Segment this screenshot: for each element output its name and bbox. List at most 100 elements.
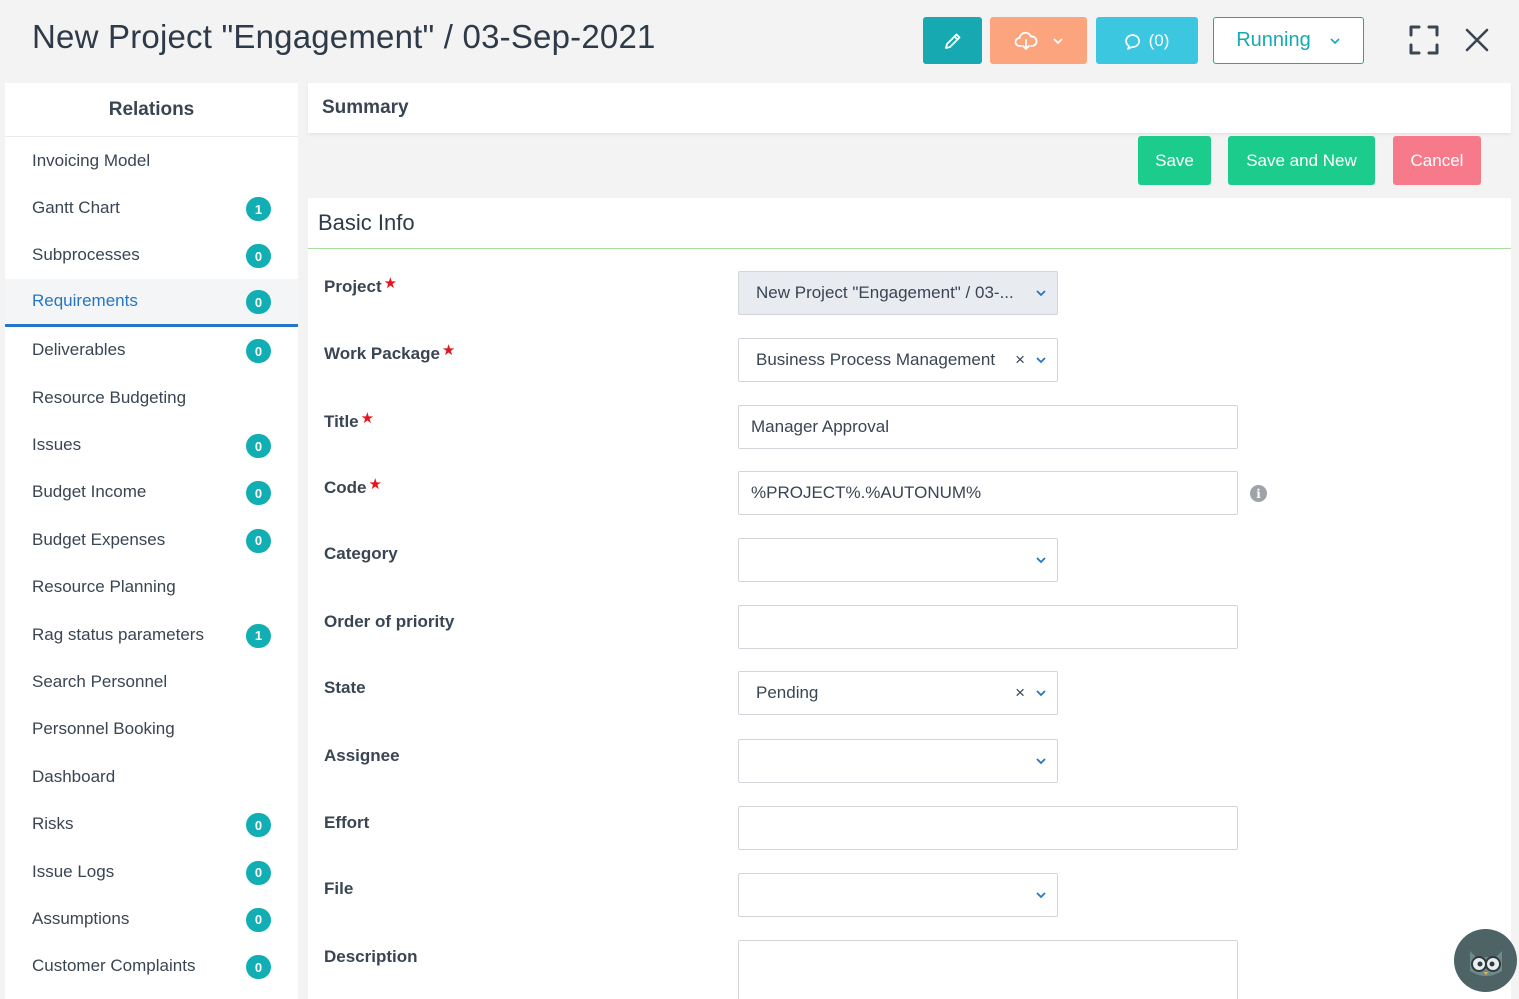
section-title: Basic Info — [308, 198, 1511, 249]
title-label: Title ★ — [324, 410, 375, 431]
sidebar-item-budget-income[interactable]: Budget Income 0 — [5, 469, 298, 516]
count-badge: 0 — [246, 290, 271, 315]
sidebar-item-label: Gantt Chart — [32, 198, 120, 218]
owl-assistant-icon — [1469, 950, 1502, 976]
pencil-icon — [944, 33, 960, 49]
work-package-select[interactable]: Business Process Management × — [738, 338, 1058, 382]
info-icon[interactable]: i — [1250, 485, 1267, 502]
sidebar-item-gantt-chart[interactable]: Gantt Chart 1 — [5, 184, 298, 231]
save-and-new-button[interactable]: Save and New — [1228, 136, 1375, 185]
file-select[interactable] — [738, 873, 1058, 917]
sidebar-item-resource-budgeting[interactable]: Resource Budgeting — [5, 374, 298, 421]
sidebar-item-search-personnel[interactable]: Search Personnel — [5, 658, 298, 705]
count-badge: 0 — [246, 907, 271, 932]
clear-icon[interactable]: × — [1015, 350, 1025, 370]
chevron-down-icon — [1036, 557, 1046, 564]
sidebar-item-resource-planning[interactable]: Resource Planning — [5, 564, 298, 611]
chevron-down-icon — [1036, 290, 1046, 297]
state-label: State — [324, 678, 366, 697]
sidebar-item-issues[interactable]: Issues 0 — [5, 421, 298, 468]
chevron-down-icon — [1036, 357, 1046, 364]
effort-input[interactable] — [738, 806, 1238, 850]
assignee-select[interactable] — [738, 739, 1058, 783]
summary-label: Summary — [322, 97, 409, 118]
sidebar-item-label: Personnel Booking — [32, 719, 175, 739]
required-icon: ★ — [441, 342, 456, 359]
count-badge: 0 — [246, 955, 271, 980]
file-label: File — [324, 879, 354, 898]
sidebar-item-label: Budget Income — [32, 482, 147, 502]
fullscreen-button[interactable] — [1406, 22, 1442, 58]
sidebar-item-requirements[interactable]: Requirements 0 — [5, 279, 298, 327]
comment-icon — [1124, 33, 1140, 50]
sidebar-item-personnel-booking[interactable]: Personnel Booking — [5, 706, 298, 753]
priority-label: Order of priority — [324, 612, 455, 631]
sidebar-item-invoicing-model[interactable]: Invoicing Model — [5, 137, 298, 184]
sidebar-item-label: Budget Expenses — [32, 529, 166, 549]
title-input[interactable]: Manager Approval — [738, 405, 1238, 449]
status-label: Running — [1236, 29, 1311, 51]
comments-count: (0) — [1148, 30, 1170, 50]
state-select[interactable]: Pending × — [738, 671, 1058, 715]
sidebar-item-label: Issue Logs — [32, 861, 115, 881]
work-package-label: Work Package ★ — [324, 342, 456, 363]
sidebar-item-assumptions[interactable]: Assumptions 0 — [5, 895, 298, 942]
chevron-down-icon — [1330, 37, 1340, 44]
basic-info-panel: Basic Info Project ★ New Project "Engagem… — [308, 198, 1511, 999]
download-dropdown-button[interactable] — [990, 17, 1087, 64]
count-badge: 0 — [246, 339, 271, 364]
save-button[interactable]: Save — [1138, 136, 1211, 185]
category-select[interactable] — [738, 538, 1058, 582]
edit-button[interactable] — [923, 17, 982, 64]
description-label: Description — [324, 947, 418, 966]
assignee-label: Assignee — [324, 746, 400, 765]
sidebar-item-label: Rag status parameters — [32, 624, 204, 644]
count-badge: 0 — [246, 244, 271, 269]
count-badge: 0 — [246, 813, 271, 838]
sidebar-item-label: Issues — [32, 435, 82, 455]
project-select[interactable]: New Project "Engagement" / 03-... — [738, 271, 1058, 315]
code-input[interactable]: %PROJECT%.%AUTONUM% — [738, 471, 1238, 515]
required-icon: ★ — [368, 476, 382, 493]
page-title: New Project "Engagement" / 03-Sep-2021 — [32, 18, 656, 55]
sidebar-item-label: Subprocesses — [32, 245, 140, 265]
effort-label: Effort — [324, 813, 370, 832]
chevron-down-icon — [1036, 690, 1046, 697]
count-badge: 0 — [246, 481, 271, 506]
summary-bar[interactable]: Summary — [308, 83, 1511, 133]
assistant-button[interactable] — [1454, 929, 1517, 992]
clear-icon[interactable]: × — [1015, 683, 1025, 703]
sidebar-item-dashboard[interactable]: Dashboard — [5, 753, 298, 800]
relations-sidebar: Relations Invoicing Model Gantt Chart 1 Sub… — [5, 83, 298, 999]
state-value: Pending — [756, 683, 819, 702]
work-package-value: Business Process Management — [756, 350, 996, 369]
sidebar-item-budget-expenses[interactable]: Budget Expenses 0 — [5, 516, 298, 563]
count-badge: 0 — [246, 434, 271, 459]
priority-input[interactable] — [738, 605, 1238, 649]
required-icon: ★ — [383, 275, 398, 292]
sidebar-item-deliverables[interactable]: Deliverables 0 — [5, 327, 298, 374]
sidebar-item-label: Customer Complaints — [32, 956, 196, 976]
code-label: Code ★ — [324, 476, 382, 497]
sidebar-item-customer-complaints[interactable]: Customer Complaints 0 — [5, 943, 298, 990]
required-icon: ★ — [360, 410, 375, 427]
cancel-button[interactable]: Cancel — [1393, 136, 1481, 185]
status-dropdown[interactable]: Running — [1213, 17, 1364, 64]
sidebar-item-label: Dashboard — [32, 766, 116, 786]
sidebar-item-subprocesses[interactable]: Subprocesses 0 — [5, 232, 298, 279]
sidebar-item-label: Deliverables — [32, 340, 126, 360]
description-textarea[interactable] — [738, 940, 1238, 999]
sidebar-item-risks[interactable]: Risks 0 — [5, 800, 298, 847]
fullscreen-icon — [1409, 25, 1439, 55]
category-label: Category — [324, 544, 398, 563]
close-button[interactable] — [1459, 22, 1495, 58]
count-badge: 1 — [246, 623, 271, 648]
header: New Project "Engagement" / 03-Sep-2021 (… — [0, 0, 1519, 82]
comments-button[interactable]: (0) — [1096, 17, 1198, 64]
sidebar-item-issue-logs[interactable]: Issue Logs 0 — [5, 848, 298, 895]
sidebar-item-label: Resource Planning — [32, 577, 176, 597]
sidebar-list: Invoicing Model Gantt Chart 1 Subprocesses 0… — [5, 137, 298, 990]
cloud-download-icon — [1014, 31, 1037, 50]
sidebar-item-rag-status-parameters[interactable]: Rag status parameters 1 — [5, 611, 298, 658]
project-value: New Project "Engagement" / 03-... — [756, 283, 1014, 302]
